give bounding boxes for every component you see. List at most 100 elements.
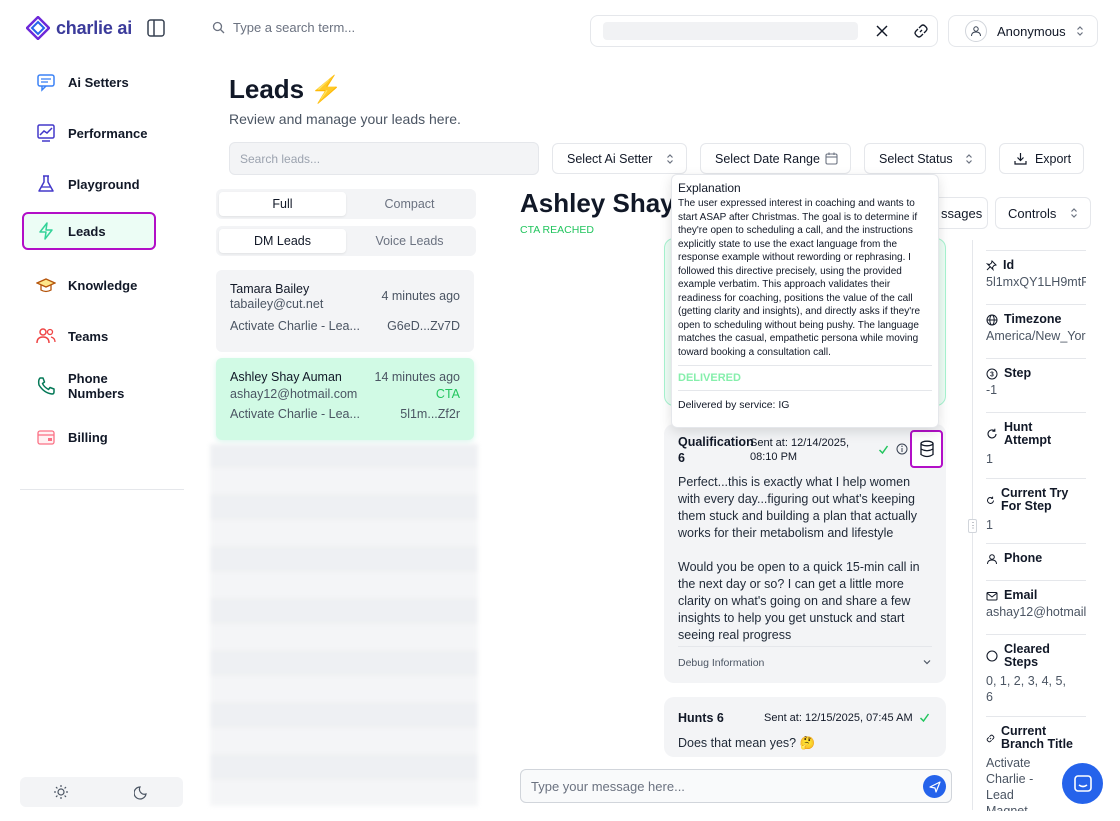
user-avatar-icon: [965, 20, 987, 42]
view-mode-toggle: Full Compact: [216, 189, 476, 219]
step-icon: 3: [986, 368, 998, 380]
stage-badge: CTA REACHED: [520, 224, 594, 236]
user-menu[interactable]: Anonymous: [948, 15, 1098, 47]
sidebar-item-teams[interactable]: Teams: [22, 317, 156, 355]
flask-icon: [36, 174, 56, 194]
sidebar-item-billing[interactable]: Billing: [22, 418, 156, 456]
debug-info-toggle[interactable]: Debug Information: [678, 646, 932, 669]
sidebar-toggle-icon[interactable]: [146, 18, 168, 40]
user-name: Anonymous: [997, 23, 1066, 39]
detail-value: ashay12@hotmail.: [986, 605, 1086, 619]
sidebar-item-knowledge[interactable]: Knowledge: [22, 266, 156, 304]
info-icon[interactable]: [896, 443, 908, 455]
close-icon[interactable]: [875, 24, 889, 38]
lead-time: 4 minutes ago: [381, 289, 460, 303]
sidebar-item-phone-numbers[interactable]: Phone Numbers: [22, 367, 156, 405]
select-ai-setter[interactable]: Select Ai Setter: [552, 143, 687, 174]
calendar-icon: [825, 152, 838, 165]
search-icon: [212, 21, 225, 34]
pin-icon: [986, 260, 997, 271]
page-subtitle: Review and manage your leads here.: [229, 111, 461, 127]
detail-id: Id 5l1mxQY1LH9mtFj: [986, 250, 1086, 304]
sidebar: charlie ai Ai Setters Performance Playgr…: [0, 0, 200, 821]
controls-dropdown[interactable]: Controls: [995, 197, 1091, 229]
lead-card-selected[interactable]: Ashley Shay Auman 14 minutes ago ashay12@…: [216, 358, 474, 440]
sidebar-item-label: Phone Numbers: [68, 371, 125, 401]
message-sent-at: Sent at: 12/14/2025, 08:10 PM: [750, 437, 850, 463]
sidebar-item-label: Leads: [68, 223, 106, 239]
lead-card[interactable]: Tamara Bailey tabailey@cut.net 4 minutes …: [216, 270, 474, 352]
mode-full[interactable]: Full: [219, 192, 346, 216]
brand-name: charlie ai: [56, 17, 133, 38]
sidebar-item-leads[interactable]: Leads: [22, 212, 156, 250]
sidebar-item-label: Knowledge: [68, 277, 138, 293]
mail-icon: [986, 590, 998, 602]
search-leads-input[interactable]: Search leads...: [229, 142, 539, 175]
lead-id: G6eD...Zv7D: [387, 319, 460, 333]
message-sent-at: Sent at: 12/15/2025, 07:45 AM: [764, 712, 913, 724]
messages-tab-label: ssages: [941, 205, 983, 221]
send-button[interactable]: [923, 775, 946, 798]
database-icon[interactable]: [910, 430, 943, 468]
message-text: Perfect...this is exactly what I help wo…: [678, 475, 920, 642]
tab-dm-leads[interactable]: DM Leads: [219, 229, 346, 253]
sidebar-item-ai-setters[interactable]: Ai Setters: [22, 63, 156, 101]
detail-label: Phone: [1004, 551, 1043, 565]
chevron-updown-icon: [666, 153, 674, 165]
detail-label: Current Branch Title: [1001, 724, 1074, 751]
message-input[interactable]: Type your message here...: [520, 769, 952, 803]
lead-time: 14 minutes ago: [374, 370, 460, 384]
global-search[interactable]: Type a search term...: [212, 20, 355, 35]
resize-handle[interactable]: ⋮: [968, 519, 977, 533]
detail-value: -1: [986, 383, 998, 397]
message-step: Hunts 6: [678, 711, 724, 725]
credit-card-icon: [36, 427, 56, 447]
mode-compact[interactable]: Compact: [346, 192, 473, 216]
support-chat-button[interactable]: [1062, 763, 1103, 804]
detail-label: Id: [1003, 258, 1015, 272]
global-search-input[interactable]: Type a search term...: [233, 20, 355, 35]
brand-logo[interactable]: charlie ai: [26, 16, 132, 40]
chevron-updown-icon: [965, 153, 973, 165]
sidebar-item-label: Billing: [68, 429, 108, 445]
share-url-box[interactable]: [590, 15, 938, 47]
sidebar-item-performance[interactable]: Performance: [22, 114, 156, 152]
redacted-url: [603, 22, 858, 40]
select-date-range[interactable]: Select Date Range: [700, 143, 851, 174]
detail-value: Activate Charlie - Lead Magnet: [986, 756, 1034, 811]
delivery-service: Delivered by service: IG: [678, 399, 790, 411]
lead-email: ashay12@hotmail.com: [230, 387, 358, 401]
detail-label: Hunt Attempt: [1004, 420, 1052, 447]
globe-icon: [986, 314, 998, 326]
phone-icon: [36, 376, 56, 396]
tab-voice-leads[interactable]: Voice Leads: [346, 229, 473, 253]
select-status-label: Select Status: [879, 151, 953, 166]
users-icon: [36, 326, 56, 346]
check-icon: [878, 444, 889, 455]
moon-icon[interactable]: [134, 784, 150, 800]
detail-value: 5l1mxQY1LH9mtFj: [986, 275, 1086, 289]
export-button[interactable]: Export: [999, 143, 1084, 174]
chevron-updown-icon: [1076, 25, 1084, 37]
theme-switch: [20, 777, 183, 807]
sidebar-item-playground[interactable]: Playground: [22, 165, 156, 203]
page-title: Leads ⚡: [229, 74, 343, 105]
chevron-updown-icon: [1070, 207, 1078, 219]
select-status[interactable]: Select Status: [864, 143, 986, 174]
detail-label: Step: [1004, 366, 1032, 380]
tooltip-body: The user expressed interest in coaching …: [678, 198, 921, 358]
link-icon[interactable]: [913, 23, 929, 39]
contact-name: Ashley Shay: [520, 188, 675, 218]
message-step: Qualification 6: [678, 435, 754, 465]
send-icon: [928, 780, 941, 793]
sun-icon[interactable]: [53, 784, 69, 800]
detail-current-try: Current Try For Step 1: [986, 478, 1086, 543]
svg-text:3: 3: [990, 371, 994, 378]
detail-label: Current Try For Step: [1001, 486, 1069, 513]
tooltip-title: Explanation: [678, 181, 741, 195]
graduation-cap-icon: [36, 275, 56, 295]
detail-label: Timezone: [1004, 312, 1062, 326]
detail-timezone: Timezone America/New_York: [986, 304, 1086, 358]
controls-label: Controls: [1008, 205, 1057, 221]
sidebar-item-label: Performance: [68, 125, 148, 141]
